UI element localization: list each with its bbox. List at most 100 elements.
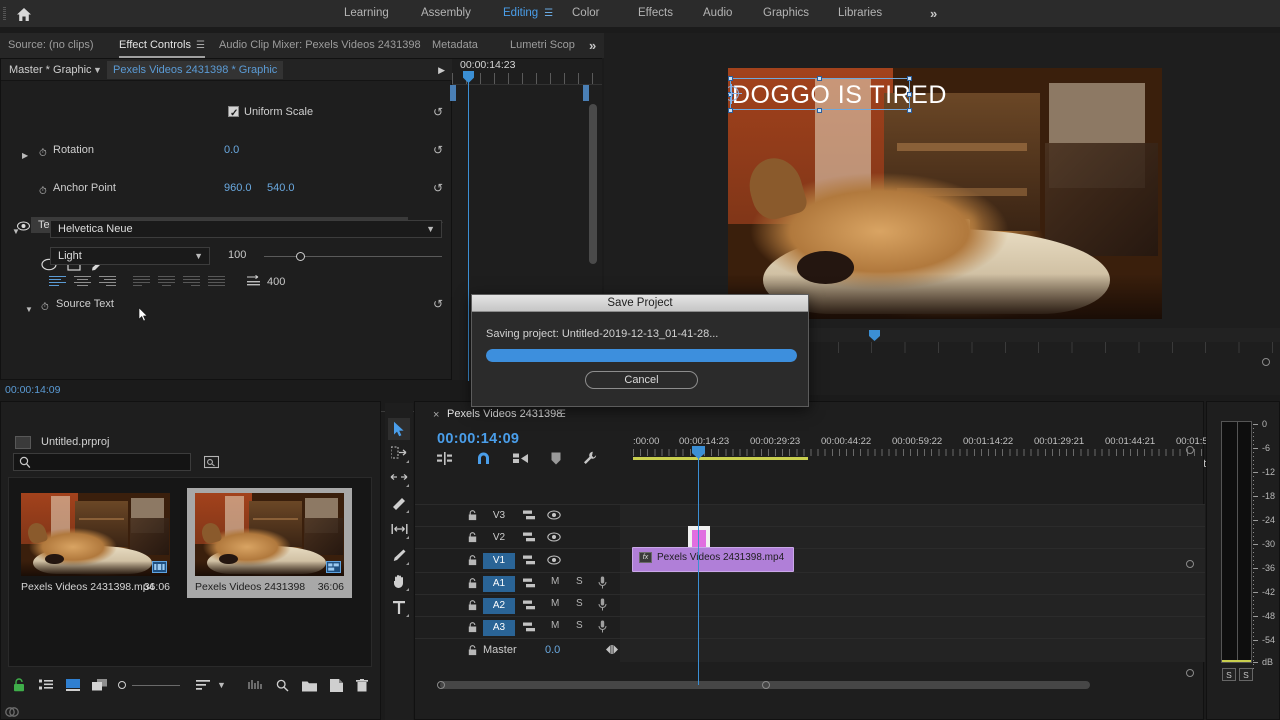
effect-controls-expand-icon[interactable]: ▶ (438, 59, 445, 81)
workspace-overflow-icon[interactable]: » (930, 0, 937, 27)
track-select-forward-tool-icon[interactable] (388, 442, 410, 464)
tab-audio-clip-mixer[interactable]: Audio Clip Mixer: Pexels Videos 2431398 (219, 33, 421, 58)
new-item-icon[interactable] (330, 679, 343, 695)
workspace-effects[interactable]: Effects (632, 0, 679, 27)
solo-button[interactable]: S (576, 598, 583, 609)
reset-icon[interactable]: ↺ (433, 295, 443, 314)
source-tabs-overflow-icon[interactable]: » (589, 33, 596, 58)
justify-last-left-icon[interactable] (129, 274, 154, 288)
track-content-a3[interactable] (620, 617, 1205, 638)
track-lock-icon[interactable] (468, 622, 477, 636)
video-clip[interactable]: fx Pexels Videos 2431398.mp4 (632, 547, 794, 572)
leading-icon[interactable] (246, 274, 262, 291)
master-volume-value[interactable]: 0.0 (545, 644, 560, 656)
reset-icon[interactable]: ↺ (433, 179, 443, 198)
track-lock-icon[interactable] (468, 510, 477, 524)
master-chevron-icon[interactable]: ▼ (93, 59, 102, 81)
anchor-point-y-value[interactable]: 540.0 (267, 179, 295, 198)
filter-bin-content-icon[interactable] (203, 455, 220, 469)
justify-last-right-icon[interactable] (179, 274, 204, 288)
track-content-v2[interactable] (620, 526, 1205, 551)
track-visibility-icon[interactable] (547, 510, 561, 523)
tab-source[interactable]: Source: (no clips) (8, 33, 94, 58)
timeline-ruler[interactable]: :00:00 00:00:14:23 00:00:29:23 00:00:44:… (633, 436, 1221, 460)
search-input[interactable] (36, 456, 186, 468)
program-monitor-video[interactable]: DOGGO IS TIRED (728, 68, 1162, 319)
workspace-libraries[interactable]: Libraries (832, 0, 888, 27)
effect-controls-ruler[interactable] (452, 73, 602, 85)
solo-button-right[interactable]: S (1239, 668, 1253, 681)
track-header-master[interactable]: Master 0.0 (415, 639, 620, 662)
new-bin-icon[interactable] (302, 680, 317, 695)
selection-handle[interactable] (817, 108, 822, 113)
align-center-icon[interactable] (70, 274, 95, 288)
track-lock-icon[interactable] (468, 600, 477, 614)
cancel-button[interactable]: Cancel (585, 371, 698, 389)
rotation-disclosure-icon[interactable]: ▶ (22, 146, 28, 165)
marker-icon[interactable] (551, 452, 561, 468)
selection-handle[interactable] (728, 76, 733, 81)
font-style-dropdown[interactable]: Light ▼ (50, 247, 210, 265)
snap-icon[interactable] (476, 452, 491, 468)
solo-button[interactable]: S (576, 576, 583, 587)
align-right-icon[interactable] (95, 274, 120, 288)
rotation-stopwatch-icon[interactable]: ⏱ (39, 144, 47, 163)
ripple-edit-tool-icon[interactable] (388, 466, 410, 488)
track-name-a2[interactable]: A2 (483, 597, 515, 614)
text-layer-eye-icon[interactable] (17, 219, 30, 238)
pen-tool-icon[interactable] (388, 544, 410, 566)
sync-lock-icon[interactable] (523, 600, 536, 614)
font-size-slider-knob[interactable] (296, 252, 305, 261)
selection-handle[interactable] (728, 108, 733, 113)
timeline-scroll-handle-right[interactable] (762, 681, 770, 689)
source-text-stopwatch-icon[interactable]: ⏱ (41, 298, 49, 317)
workspace-editing[interactable]: Editing ☰ (497, 0, 559, 27)
selection-tool-icon[interactable] (388, 418, 410, 440)
sync-lock-icon[interactable] (523, 555, 536, 569)
timeline-zoom-handle-mid[interactable] (1186, 560, 1194, 568)
track-header-v1[interactable]: V1 (415, 549, 620, 572)
type-tool-icon[interactable] (388, 596, 410, 618)
source-text-disclosure-icon[interactable]: ▼ (25, 300, 33, 319)
microphone-icon[interactable] (598, 598, 607, 614)
sync-lock-icon[interactable] (523, 622, 536, 636)
track-lock-icon[interactable] (468, 555, 477, 569)
zoom-slider-track[interactable] (132, 685, 180, 686)
workspace-color[interactable]: Color (566, 0, 605, 27)
track-name-v1[interactable]: V1 (483, 552, 515, 569)
workspace-assembly[interactable]: Assembly (415, 0, 477, 27)
project-item[interactable]: Pexels Videos 2431398.mp4 36:06 (13, 488, 178, 598)
sync-lock-icon[interactable] (523, 510, 536, 524)
reset-icon[interactable]: ↺ (433, 103, 443, 122)
tab-effect-controls[interactable]: Effect Controls ☰ (119, 33, 205, 58)
track-name-a1[interactable]: A1 (483, 575, 515, 592)
track-header-v2[interactable]: V2 (415, 527, 620, 548)
mute-button[interactable]: M (551, 576, 559, 587)
master-meter-icon[interactable] (605, 644, 619, 658)
track-name-v2[interactable]: V2 (483, 530, 515, 546)
graphic-selection-box[interactable] (730, 78, 910, 110)
selection-handle[interactable] (817, 76, 822, 81)
microphone-icon[interactable] (598, 620, 607, 636)
track-visibility-icon[interactable] (547, 532, 561, 545)
workspace-graphics[interactable]: Graphics (757, 0, 815, 27)
track-header-a3[interactable]: A3 M S (415, 617, 620, 638)
razor-tool-icon[interactable] (388, 492, 410, 514)
hand-tool-icon[interactable] (388, 570, 410, 592)
font-size-value[interactable]: 100 (228, 249, 246, 261)
track-content-a2[interactable] (620, 595, 1205, 616)
sort-icon[interactable] (196, 679, 210, 694)
align-left-icon[interactable] (45, 274, 70, 288)
home-icon[interactable] (12, 3, 36, 25)
program-resize-handle[interactable] (1262, 358, 1270, 366)
delete-icon[interactable] (356, 679, 368, 695)
track-content-v1[interactable]: fx Pexels Videos 2431398.mp4 (620, 547, 1205, 572)
rotation-value[interactable]: 0.0 (224, 141, 239, 160)
sync-lock-icon[interactable] (523, 578, 536, 592)
anchor-point-stopwatch-icon[interactable]: ⏱ (39, 182, 47, 201)
track-header-a2[interactable]: A2 M S (415, 595, 620, 616)
sync-lock-icon[interactable] (523, 532, 536, 546)
work-area-bar[interactable] (633, 457, 808, 460)
selection-handle[interactable] (907, 76, 912, 81)
lock-icon[interactable] (13, 678, 25, 695)
